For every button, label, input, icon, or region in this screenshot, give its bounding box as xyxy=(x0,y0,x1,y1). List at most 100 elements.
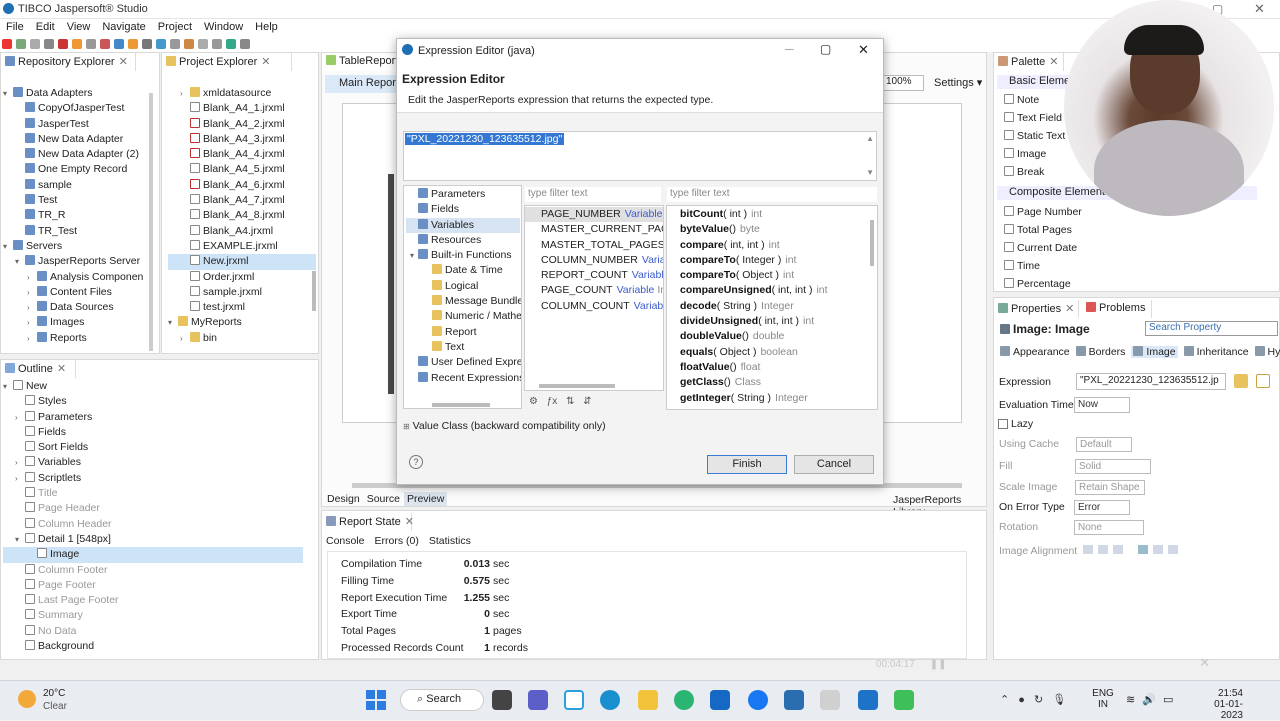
sort-desc-icon[interactable]: ⇵ xyxy=(583,396,591,407)
expand-toggle-icon[interactable]: › xyxy=(27,285,37,300)
methods-scrollbar[interactable] xyxy=(870,220,874,266)
project-tree-item[interactable]: Blank_A4.jrxml xyxy=(168,224,316,239)
toolbar-button-icon[interactable] xyxy=(86,39,96,49)
mail-icon[interactable] xyxy=(710,690,730,710)
repo-tree-item[interactable]: TR_Test xyxy=(3,224,153,239)
category-hscrollbar[interactable] xyxy=(432,403,490,407)
category-item[interactable]: Variables xyxy=(406,217,520,233)
method-item[interactable]: getClass() Class xyxy=(679,375,869,390)
expand-toggle-icon[interactable]: › xyxy=(180,331,190,346)
tab-preview[interactable]: Preview xyxy=(403,492,448,506)
project-tree-item[interactable]: Blank_A4_2.jrxml xyxy=(168,117,316,132)
circle-app-icon[interactable] xyxy=(564,690,584,710)
toolbar-button-icon[interactable] xyxy=(198,39,208,49)
project-scrollbar[interactable] xyxy=(312,271,316,311)
category-item[interactable]: Text xyxy=(406,340,520,355)
repo-tree-item[interactable]: New Data Adapter (2) xyxy=(3,147,153,162)
palette-item[interactable]: Break xyxy=(1000,163,1065,181)
teams-icon[interactable] xyxy=(528,690,548,710)
method-item[interactable]: divideUnsigned( int, int ) int xyxy=(679,314,869,329)
properties-subtab[interactable]: Hyp xyxy=(1254,346,1280,358)
open-folder-icon[interactable] xyxy=(1234,374,1248,388)
project-tree-item[interactable]: ▾ MyReports xyxy=(168,315,316,330)
project-tree-item[interactable]: › xmldatasource xyxy=(168,86,316,101)
category-item[interactable]: Recent Expressions xyxy=(406,371,521,386)
method-item[interactable]: compare( int, int ) int xyxy=(679,238,869,253)
sync-icon[interactable]: ↻ xyxy=(1034,694,1043,706)
method-item[interactable]: bitCount( int ) int xyxy=(679,207,869,222)
pause-icon[interactable]: ❚❚ xyxy=(930,659,947,670)
toolbar-button-icon[interactable] xyxy=(100,39,110,49)
stop-icon[interactable]: ✕ xyxy=(1199,655,1210,670)
project-tree-item[interactable]: › bin xyxy=(168,331,316,346)
expand-toggle-icon[interactable]: ▾ xyxy=(15,532,25,547)
repo-tree-item[interactable]: New Data Adapter xyxy=(3,132,153,147)
toolbar-button-icon[interactable] xyxy=(44,39,54,49)
menu-item-project[interactable]: Project xyxy=(152,19,198,33)
alignment-button-icon[interactable] xyxy=(1168,545,1178,554)
taskbar-search[interactable]: ⌕ Search xyxy=(400,689,484,711)
expand-toggle-icon[interactable]: ▾ xyxy=(410,248,418,263)
sort-asc-icon[interactable]: ⇅ xyxy=(566,396,574,407)
method-item[interactable]: floatValue() float xyxy=(679,360,869,375)
expand-toggle-icon[interactable]: › xyxy=(27,270,37,285)
maximize-icon[interactable]: ▢ xyxy=(820,42,831,56)
variable-item[interactable]: PAGE_NUMBERVariableInte xyxy=(525,207,663,223)
repo-tree-item[interactable]: JasperTest xyxy=(3,117,153,132)
variable-filter-input[interactable]: type filter text xyxy=(525,187,661,202)
method-item[interactable]: getInteger( String ) Integer xyxy=(679,391,869,406)
properties-subtab[interactable]: Image xyxy=(1131,346,1178,358)
weather-icon[interactable] xyxy=(18,690,36,708)
category-item[interactable]: Fields xyxy=(406,202,520,217)
category-item[interactable]: Numeric / Mathe xyxy=(406,309,521,324)
category-item[interactable]: Message Bundles xyxy=(406,294,521,309)
menu-item-window[interactable]: Window xyxy=(198,19,249,33)
repo-tree-item[interactable]: Test xyxy=(3,193,153,208)
close-icon[interactable]: ✕ xyxy=(57,363,66,375)
toolbar-button-icon[interactable] xyxy=(184,39,194,49)
tab-source[interactable]: Source xyxy=(364,492,403,506)
palette-item[interactable]: Time xyxy=(1000,257,1082,275)
tab-design[interactable]: Design xyxy=(324,492,363,506)
expand-toggle-icon[interactable]: ▾ xyxy=(3,86,13,101)
method-item[interactable]: compareTo( Object ) int xyxy=(679,268,869,283)
close-icon[interactable]: ✕ xyxy=(405,516,414,528)
expand-toggle-icon[interactable]: › xyxy=(27,331,37,346)
variables-hscrollbar[interactable] xyxy=(539,384,615,388)
language-indicator[interactable]: ENG IN xyxy=(1092,688,1114,710)
minimize-icon[interactable]: ─ xyxy=(785,42,794,56)
category-item[interactable]: User Defined Expres xyxy=(406,355,521,370)
tab-repository-explorer[interactable]: Repository Explorer ✕ xyxy=(1,53,136,71)
palette-item[interactable]: Text Field xyxy=(1000,109,1065,127)
outline-tree-item[interactable]: No Data xyxy=(3,624,303,639)
variable-item[interactable]: MASTER_CURRENT_PAGEVa xyxy=(525,222,663,237)
method-item[interactable]: equals( Object ) boolean xyxy=(679,345,869,360)
project-tree-item[interactable]: Blank_A4_1.jrxml xyxy=(168,101,316,116)
green-app-icon[interactable] xyxy=(894,690,914,710)
lazy-checkbox[interactable] xyxy=(998,419,1008,429)
outline-tree-item[interactable]: Page Footer xyxy=(3,578,303,593)
method-item[interactable]: compareTo( Integer ) int xyxy=(679,253,869,268)
alignment-button-icon[interactable] xyxy=(1113,545,1123,554)
toolbar-button-icon[interactable] xyxy=(142,39,152,49)
tab-outline[interactable]: Outline ✕ xyxy=(1,360,76,378)
fill-select[interactable]: Solid xyxy=(1075,459,1151,474)
toolbar-button-icon[interactable] xyxy=(240,39,250,49)
tab-properties[interactable]: Properties ✕ xyxy=(994,300,1079,318)
settings-icon[interactable]: ⚙ xyxy=(529,396,538,407)
outline-tree-item[interactable]: Page Header xyxy=(3,501,303,516)
alignment-button-icon[interactable] xyxy=(1153,545,1163,554)
outline-tree-item[interactable]: Last Page Footer xyxy=(3,593,303,608)
toolbar-button-icon[interactable] xyxy=(72,39,82,49)
close-icon[interactable]: ✕ xyxy=(119,56,128,68)
scale-select[interactable]: Retain Shape xyxy=(1075,480,1145,495)
palette-item[interactable]: Image xyxy=(1000,145,1065,163)
expand-toggle-icon[interactable]: › xyxy=(15,471,25,486)
tab-palette[interactable]: Palette ✕ xyxy=(994,53,1064,71)
toolbar-button-icon[interactable] xyxy=(2,39,12,49)
properties-subtab[interactable]: Inheritance xyxy=(1183,346,1249,358)
toolbar-button-icon[interactable] xyxy=(170,39,180,49)
expression-textarea[interactable]: "PXL_20221230_123635512.jpg" ▲ ▼ xyxy=(403,131,877,181)
weather-temp[interactable]: 20°C xyxy=(43,688,65,699)
project-tree-item[interactable]: New.jrxml xyxy=(168,254,316,270)
